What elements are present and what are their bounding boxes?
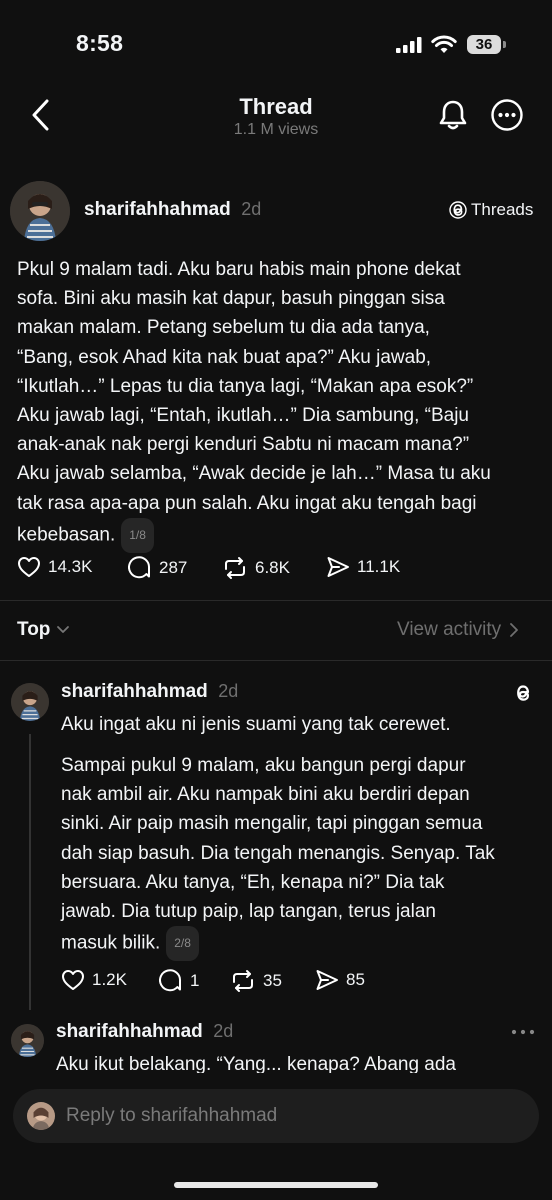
battery-indicator: 36 [467, 35, 501, 54]
post-body: Pkul 9 malam tadi. Aku baru habis main p… [17, 255, 539, 554]
threads-source-label: Threads [471, 200, 534, 219]
more-icon [491, 99, 523, 131]
battery-tip [503, 41, 506, 48]
reply-text: Sampai pukul 9 malam, aku bangun pergi d… [61, 755, 495, 954]
share-button[interactable]: 11.1K [326, 556, 400, 578]
post-text: Pkul 9 malam tadi. Aku baru habis main p… [17, 259, 491, 546]
thread-line [29, 734, 31, 1010]
comment-count: 287 [159, 558, 188, 577]
username[interactable]: sharifahhahmad [84, 199, 231, 220]
threads-source-link[interactable]: Threads [449, 200, 533, 220]
view-activity-link[interactable]: View activity [397, 619, 519, 641]
reply-avatar[interactable] [11, 683, 49, 721]
reply-text: Aku ikut belakang. “Yang... kenapa? Aban… [56, 1054, 457, 1073]
reply-first-line: Aku ingat aku ni jenis suami yang tak ce… [61, 714, 451, 735]
reply-age: 2d [213, 1021, 234, 1041]
repost-icon [225, 557, 245, 579]
post-age: 2d [241, 199, 262, 219]
reply-header: sharifahhahmad 2d [61, 681, 238, 703]
like-count: 14.3K [48, 557, 93, 576]
sort-label: Top [17, 619, 51, 640]
bell-icon [439, 100, 467, 130]
notify-button[interactable] [436, 98, 470, 132]
view-activity-label: View activity [397, 619, 502, 640]
heart-icon [18, 557, 40, 577]
comment-icon [159, 969, 182, 992]
repost-count: 35 [263, 971, 282, 990]
page-badge: 2/8 [166, 926, 199, 962]
repost-count: 6.8K [255, 558, 290, 577]
comment-count: 1 [190, 971, 200, 990]
comment-button[interactable]: 287 [128, 556, 187, 580]
share-icon [316, 970, 338, 990]
like-button[interactable]: 1.2K [61, 969, 127, 991]
signal-icon [396, 37, 422, 53]
repost-icon [233, 970, 253, 992]
more-icon [511, 1029, 535, 1035]
sort-dropdown[interactable]: Top [17, 619, 70, 641]
status-time: 8:58 [76, 30, 124, 56]
reply-username[interactable]: sharifahhahmad [61, 681, 208, 702]
wifi-icon [431, 35, 457, 54]
avatar[interactable] [10, 181, 70, 241]
post-header: sharifahhahmad 2d [84, 199, 261, 221]
threads-logo-icon [449, 201, 467, 219]
chevron-right-icon [510, 623, 519, 637]
more-options-button[interactable] [490, 98, 524, 132]
like-button[interactable]: 14.3K [17, 556, 92, 578]
reply-avatar[interactable] [11, 1024, 44, 1057]
reply-header: sharifahhahmad 2d [56, 1021, 233, 1043]
chevron-down-icon [57, 626, 70, 633]
share-count: 11.1K [357, 557, 401, 576]
reply-age: 2d [218, 681, 239, 701]
repost-button[interactable]: 35 [230, 969, 282, 993]
reply-body: Sampai pukul 9 malam, aku bangun pergi d… [61, 751, 539, 962]
comment-button[interactable]: 1 [159, 969, 199, 993]
share-count: 85 [346, 970, 365, 989]
divider [0, 600, 552, 601]
divider [0, 660, 552, 661]
reply-clip: Aku ikut belakang. “Yang... kenapa? Aban… [56, 1050, 536, 1073]
home-indicator [174, 1182, 378, 1188]
share-icon [327, 557, 349, 577]
threads-logo-icon[interactable] [511, 681, 535, 705]
composer-avatar [27, 1102, 55, 1130]
reply-input-placeholder[interactable]: Reply to sharifahhahmad [66, 1105, 277, 1127]
reply-more-button[interactable] [510, 1027, 536, 1037]
heart-icon [62, 970, 84, 990]
like-count: 1.2K [92, 970, 127, 989]
page-badge: 1/8 [121, 517, 154, 554]
reply-username[interactable]: sharifahhahmad [56, 1021, 203, 1042]
share-button[interactable]: 85 [315, 969, 365, 991]
repost-button[interactable]: 6.8K [222, 556, 290, 580]
comment-icon [128, 556, 151, 579]
